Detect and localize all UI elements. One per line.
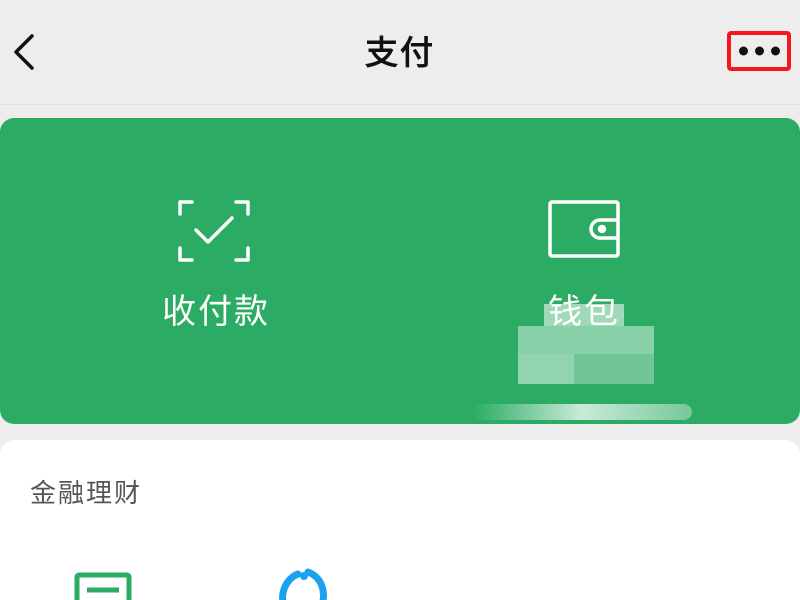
- payment-page: 支付 收付款 钱包 金融理财: [0, 0, 800, 600]
- wallet-icon: [548, 200, 620, 258]
- more-dots-icon: [731, 46, 787, 56]
- scan-check-icon: [178, 200, 250, 262]
- wallet-label: 钱包: [548, 292, 620, 332]
- top-bar: 支付: [0, 0, 800, 105]
- receive-pay-button[interactable]: 收付款: [0, 118, 400, 424]
- page-title: 支付: [365, 33, 435, 72]
- finance-swirl-icon[interactable]: [268, 568, 334, 600]
- more-button[interactable]: [727, 31, 791, 71]
- finance-card-icon[interactable]: [74, 572, 132, 600]
- wallet-button[interactable]: 钱包: [400, 118, 800, 424]
- finance-section: 金融理财: [0, 440, 800, 600]
- receive-pay-label: 收付款: [162, 292, 270, 332]
- payment-card: 收付款 钱包: [0, 118, 800, 424]
- finance-section-title: 金融理财: [30, 479, 143, 509]
